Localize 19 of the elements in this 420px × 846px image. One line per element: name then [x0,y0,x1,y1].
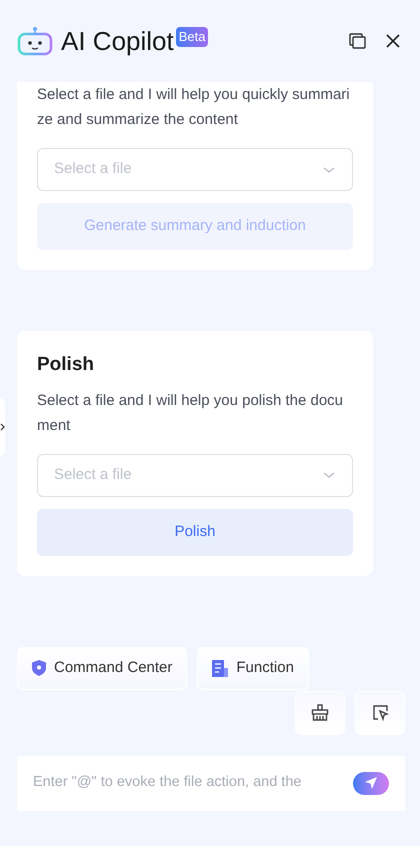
card-title: Polish [37,353,96,377]
document-icon [212,660,228,676]
shield-icon [32,660,46,676]
shortcut-chip[interactable]: Command Center [17,646,188,690]
chat-input-bar[interactable]: Enter "@" to evoke the file action, and the [17,756,405,810]
select-cursor-icon[interactable] [355,690,405,734]
beta-badge: Beta [176,27,208,47]
send-button[interactable] [353,772,389,794]
close-icon[interactable] [386,34,400,48]
card-description: Select a file and I will help you polish the document [37,390,344,436]
action-button[interactable]: Polish [37,508,353,556]
window-toggle-icon[interactable] [349,33,366,49]
robot-logo-icon [17,26,53,56]
send-icon [365,777,377,789]
chat-input[interactable]: Enter "@" to evoke the file action, and the [33,772,341,794]
app-title: AI Copilot [61,24,174,58]
broom-icon[interactable] [295,690,345,734]
shortcut-chip[interactable]: Function [197,646,309,690]
card-description: Select a file and I will help you quickly summarize and summarize the content [37,85,351,130]
